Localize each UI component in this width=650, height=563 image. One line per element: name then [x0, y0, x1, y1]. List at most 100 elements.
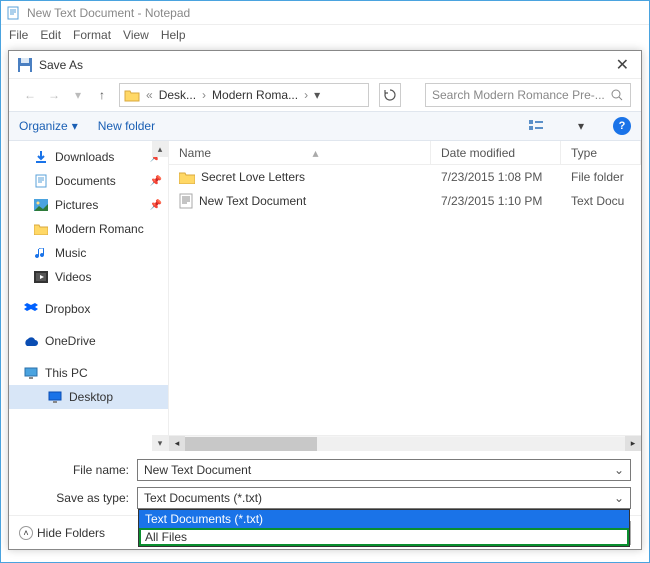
- pictures-icon: [33, 197, 49, 213]
- chevron-down-icon: ▾: [72, 119, 78, 133]
- document-icon: [33, 173, 49, 189]
- chevron-down-icon[interactable]: ⌄: [614, 491, 624, 505]
- scrollbar-track[interactable]: [185, 437, 625, 451]
- menu-view[interactable]: View: [123, 28, 149, 42]
- type-option-txt[interactable]: Text Documents (*.txt): [139, 510, 629, 528]
- sidebar-item-videos[interactable]: Videos: [9, 265, 168, 289]
- scrollbar-thumb[interactable]: [185, 437, 317, 451]
- sidebar-item-documents[interactable]: Documents 📌: [9, 169, 168, 193]
- filename-value: New Text Document: [144, 463, 251, 477]
- form-area: File name: New Text Document ⌄ Save as t…: [9, 451, 641, 515]
- menu-help[interactable]: Help: [161, 28, 186, 42]
- file-list[interactable]: Secret Love Letters 7/23/2015 1:08 PM Fi…: [169, 165, 641, 435]
- view-options-button[interactable]: [525, 116, 549, 136]
- breadcrumb-part-2[interactable]: Modern Roma...: [208, 88, 302, 102]
- file-type: Text Docu: [561, 194, 641, 208]
- save-icon: [17, 57, 33, 73]
- nav-row: ← → ▾ ↑ « Desk... › Modern Roma... › ▾ S…: [9, 79, 641, 111]
- save-as-type-select[interactable]: Text Documents (*.txt) ⌄ Text Documents …: [137, 487, 631, 509]
- sidebar-item-label: Music: [55, 246, 86, 260]
- sidebar-item-label: This PC: [45, 366, 88, 380]
- search-placeholder: Search Modern Romance Pre-...: [432, 88, 605, 102]
- pin-icon: 📌: [150, 200, 162, 211]
- menu-file[interactable]: File: [9, 28, 28, 42]
- sidebar-item-this-pc[interactable]: This PC: [9, 361, 168, 385]
- dialog-titlebar: Save As ✕: [9, 51, 641, 79]
- sort-indicator-icon: ▴: [312, 146, 318, 160]
- chevron-down-icon[interactable]: ⌄: [614, 463, 624, 477]
- sidebar-item-label: Modern Romanc: [55, 222, 144, 236]
- breadcrumb-sep: «: [144, 88, 155, 102]
- filename-input[interactable]: New Text Document ⌄: [137, 459, 631, 481]
- sidebar-item-label: Dropbox: [45, 302, 90, 316]
- organize-menu[interactable]: Organize ▾: [19, 119, 78, 133]
- menu-edit[interactable]: Edit: [40, 28, 61, 42]
- sidebar-item-onedrive[interactable]: OneDrive: [9, 329, 168, 353]
- breadcrumb-part-1[interactable]: Desk...: [155, 88, 200, 102]
- file-name: New Text Document: [199, 194, 306, 208]
- sidebar-item-pictures[interactable]: Pictures 📌: [9, 193, 168, 217]
- folder-icon: [179, 170, 195, 184]
- hide-folders-button[interactable]: ˄ Hide Folders: [19, 526, 105, 540]
- file-row[interactable]: Secret Love Letters 7/23/2015 1:08 PM Fi…: [169, 165, 641, 189]
- notepad-icon: [7, 6, 21, 20]
- column-date[interactable]: Date modified: [431, 141, 561, 164]
- column-name[interactable]: Name▴: [169, 141, 431, 164]
- save-as-dialog: Save As ✕ ← → ▾ ↑ « Desk... › Modern Rom…: [8, 50, 642, 550]
- dialog-title: Save As: [39, 58, 83, 72]
- type-option-all-files[interactable]: All Files: [139, 528, 629, 546]
- music-icon: [33, 245, 49, 261]
- monitor-icon: [23, 365, 39, 381]
- column-type[interactable]: Type: [561, 141, 641, 164]
- search-icon: [610, 88, 624, 102]
- recent-dropdown[interactable]: ▾: [67, 84, 89, 106]
- chevron-right-icon: ›: [200, 88, 208, 102]
- dropbox-icon: [23, 301, 39, 317]
- help-button[interactable]: ?: [613, 117, 631, 135]
- save-as-type-value: Text Documents (*.txt): [144, 491, 262, 505]
- sidebar-scroll-up[interactable]: ▴: [152, 141, 168, 157]
- file-type: File folder: [561, 170, 641, 184]
- file-list-area: Name▴ Date modified Type Secret Love Let…: [169, 141, 641, 451]
- breadcrumb[interactable]: « Desk... › Modern Roma... › ▾: [119, 83, 369, 107]
- text-file-icon: [179, 193, 193, 209]
- sidebar-item-downloads[interactable]: Downloads 📌: [9, 145, 168, 169]
- horizontal-scrollbar[interactable]: ◂ ▸: [169, 435, 641, 451]
- sidebar-item-dropbox[interactable]: Dropbox: [9, 297, 168, 321]
- sidebar-item-label: Desktop: [69, 390, 113, 404]
- folder-icon: [124, 86, 142, 104]
- videos-icon: [33, 269, 49, 285]
- save-as-type-label: Save as type:: [19, 491, 129, 505]
- file-date: 7/23/2015 1:10 PM: [431, 194, 561, 208]
- sidebar-item-label: Videos: [55, 270, 91, 284]
- up-button[interactable]: ↑: [91, 84, 113, 106]
- close-button[interactable]: ✕: [612, 55, 633, 75]
- forward-button[interactable]: →: [43, 84, 65, 106]
- file-date: 7/23/2015 1:08 PM: [431, 170, 561, 184]
- chevron-up-icon: ˄: [19, 526, 33, 540]
- sidebar-item-desktop[interactable]: Desktop: [9, 385, 168, 409]
- view-dropdown[interactable]: ▾: [569, 116, 593, 136]
- back-button[interactable]: ←: [19, 84, 41, 106]
- scroll-right[interactable]: ▸: [625, 436, 641, 452]
- sidebar-item-modern-romance[interactable]: Modern Romanc: [9, 217, 168, 241]
- menu-format[interactable]: Format: [73, 28, 111, 42]
- onedrive-icon: [23, 333, 39, 349]
- folder-icon: [33, 221, 49, 237]
- notepad-menubar: File Edit Format View Help: [1, 25, 649, 45]
- file-row[interactable]: New Text Document 7/23/2015 1:10 PM Text…: [169, 189, 641, 213]
- body: ▴ Downloads 📌 Documents 📌 Pictures 📌 Mod…: [9, 141, 641, 451]
- scroll-left[interactable]: ◂: [169, 436, 185, 452]
- chevron-right-icon: ›: [302, 88, 310, 102]
- file-name: Secret Love Letters: [201, 170, 305, 184]
- toolbar: Organize ▾ New folder ▾ ?: [9, 111, 641, 141]
- desktop-icon: [47, 389, 63, 405]
- search-input[interactable]: Search Modern Romance Pre-...: [425, 83, 631, 107]
- sidebar-item-label: Pictures: [55, 198, 98, 212]
- breadcrumb-dropdown[interactable]: ▾: [310, 88, 324, 102]
- notepad-title: New Text Document - Notepad: [27, 6, 190, 20]
- refresh-button[interactable]: [379, 83, 401, 107]
- new-folder-button[interactable]: New folder: [98, 119, 155, 133]
- sidebar-scroll-down[interactable]: ▾: [152, 435, 168, 451]
- sidebar-item-music[interactable]: Music: [9, 241, 168, 265]
